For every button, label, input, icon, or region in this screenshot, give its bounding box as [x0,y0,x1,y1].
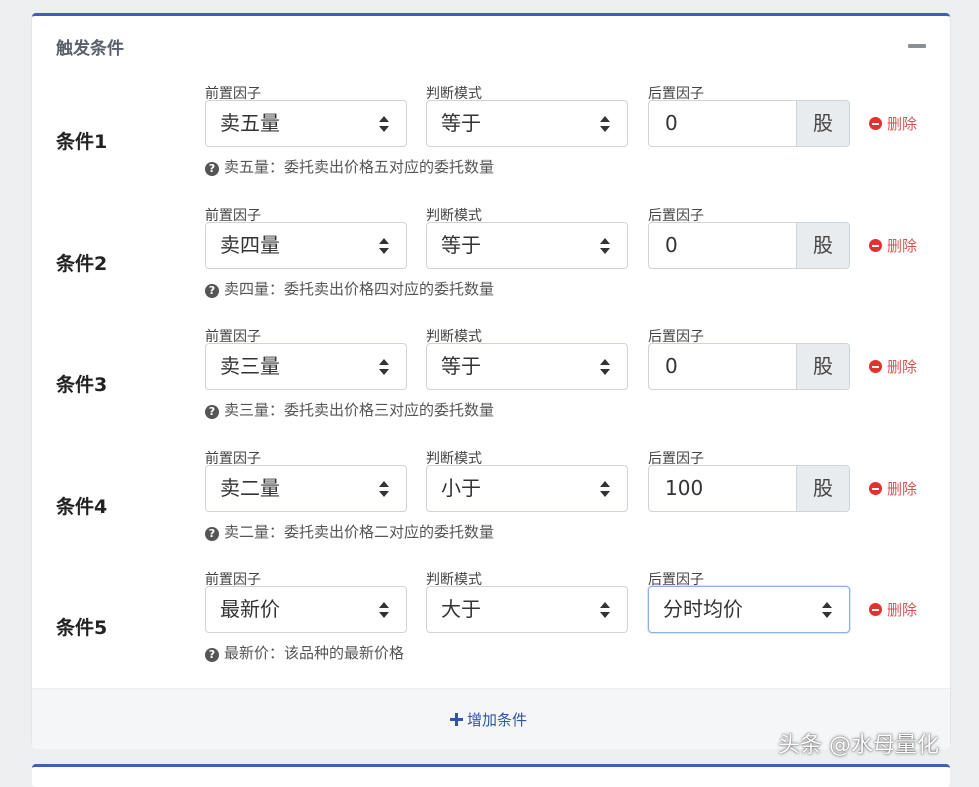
pre-factor-select[interactable]: 最新价 [205,586,407,633]
condition-row-1: 条件1 前置因子 判断模式 后置因子 卖五量 等于 0 股 删除 ? 卖五量：委托… [32,83,950,195]
post-factor-input[interactable]: 0 [665,223,678,268]
question-circle-icon: ? [205,162,219,176]
minus-circle-icon [869,360,882,373]
next-panel [32,764,950,787]
help-text: ? 卖四量：委托卖出价格四对应的委托数量 [205,278,494,299]
delete-button[interactable]: 删除 [869,599,917,620]
delete-button[interactable]: 删除 [869,478,917,499]
condition-row-5: 条件5 前置因子 判断模式 后置因子 最新价 大于 分时均价 删除 ? 最新价：该… [32,569,950,681]
condition-row-3: 条件3 前置因子 判断模式 后置因子 卖三量 等于 0 股 删除 ? 卖三量：委托… [32,326,950,438]
pre-factor-value: 卖二量 [220,476,280,500]
minus-circle-icon [869,239,882,252]
pre-factor-select[interactable]: 卖二量 [205,465,407,512]
select-arrows-icon [379,359,389,375]
question-circle-icon: ? [205,527,219,541]
mode-value: 等于 [441,111,481,135]
unit-addon: 股 [796,466,849,511]
condition-row-4: 条件4 前置因子 判断模式 后置因子 卖二量 小于 100 股 删除 ? 卖二量：… [32,448,950,560]
question-circle-icon: ? [205,648,219,662]
delete-button[interactable]: 删除 [869,356,917,377]
delete-label: 删除 [887,601,918,619]
unit-addon: 股 [796,223,849,268]
pre-factor-select[interactable]: 卖五量 [205,100,407,147]
select-arrows-icon [600,238,610,254]
condition-label: 条件1 [56,131,108,153]
question-circle-icon: ? [205,284,219,298]
delete-label: 删除 [887,480,918,498]
minus-circle-icon [869,482,882,495]
post-factor-input[interactable]: 100 [665,466,703,511]
pre-factor-select[interactable]: 卖三量 [205,343,407,390]
delete-label: 删除 [887,115,918,133]
condition-row-2: 条件2 前置因子 判断模式 后置因子 卖四量 等于 0 股 删除 ? 卖四量：委托… [32,205,950,317]
help-description: 卖三量：委托卖出价格三对应的委托数量 [224,401,495,419]
mode-select[interactable]: 大于 [426,586,628,633]
pre-factor-value: 卖五量 [220,111,280,135]
select-arrows-icon [600,359,610,375]
delete-button[interactable]: 删除 [869,235,917,256]
help-text: ? 卖三量：委托卖出价格三对应的委托数量 [205,399,494,420]
pre-factor-select[interactable]: 卖四量 [205,222,407,269]
select-arrows-icon [379,116,389,132]
unit-addon: 股 [796,101,849,146]
select-arrows-icon [379,481,389,497]
select-arrows-icon [600,602,610,618]
delete-label: 删除 [887,358,918,376]
pre-factor-value: 最新价 [220,597,280,621]
collapse-icon[interactable] [908,44,926,48]
condition-label: 条件3 [56,374,108,396]
help-description: 卖四量：委托卖出价格四对应的委托数量 [224,280,495,298]
mode-value: 等于 [441,354,481,378]
plus-icon [450,713,463,726]
delete-label: 删除 [887,237,918,255]
mode-value: 大于 [441,597,481,621]
help-text: ? 卖五量：委托卖出价格五对应的委托数量 [205,156,494,177]
select-arrows-icon [379,238,389,254]
mode-select[interactable]: 等于 [426,222,628,269]
help-description: 最新价：该品种的最新价格 [224,644,405,662]
select-arrows-icon [822,602,832,618]
help-description: 卖二量：委托卖出价格二对应的委托数量 [224,523,495,541]
post-factor-input-group: 0 股 [648,222,850,269]
post-factor-select[interactable]: 分时均价 [648,586,850,633]
post-factor-input[interactable]: 0 [665,344,678,389]
unit-addon: 股 [796,344,849,389]
question-circle-icon: ? [205,405,219,419]
panel-title: 触发条件 [56,39,124,59]
help-description: 卖五量：委托卖出价格五对应的委托数量 [224,158,495,176]
select-arrows-icon [600,116,610,132]
minus-circle-icon [869,117,882,130]
condition-label: 条件4 [56,496,108,518]
condition-label: 条件2 [56,253,108,275]
delete-button[interactable]: 删除 [869,113,917,134]
mode-value: 小于 [441,476,481,500]
mode-value: 等于 [441,233,481,257]
select-arrows-icon [600,481,610,497]
select-arrows-icon [379,602,389,618]
trigger-conditions-panel: 触发条件 条件1 前置因子 判断模式 后置因子 卖五量 等于 0 股 删除 ? 卖… [32,13,950,749]
condition-label: 条件5 [56,617,108,639]
pre-factor-value: 卖四量 [220,233,280,257]
mode-select[interactable]: 等于 [426,100,628,147]
post-factor-input[interactable]: 0 [665,101,678,146]
minus-circle-icon [869,603,882,616]
post-factor-input-group: 0 股 [648,100,850,147]
pre-factor-value: 卖三量 [220,354,280,378]
mode-select[interactable]: 等于 [426,343,628,390]
watermark: 头条 @水母量化 [778,733,939,758]
post-factor-value: 分时均价 [663,597,743,621]
help-text: ? 最新价：该品种的最新价格 [205,642,404,663]
help-text: ? 卖二量：委托卖出价格二对应的委托数量 [205,521,494,542]
post-factor-input-group: 0 股 [648,343,850,390]
add-condition-button[interactable]: 增加条件 [450,709,527,730]
add-condition-label: 增加条件 [467,711,528,729]
post-factor-input-group: 100 股 [648,465,850,512]
mode-select[interactable]: 小于 [426,465,628,512]
